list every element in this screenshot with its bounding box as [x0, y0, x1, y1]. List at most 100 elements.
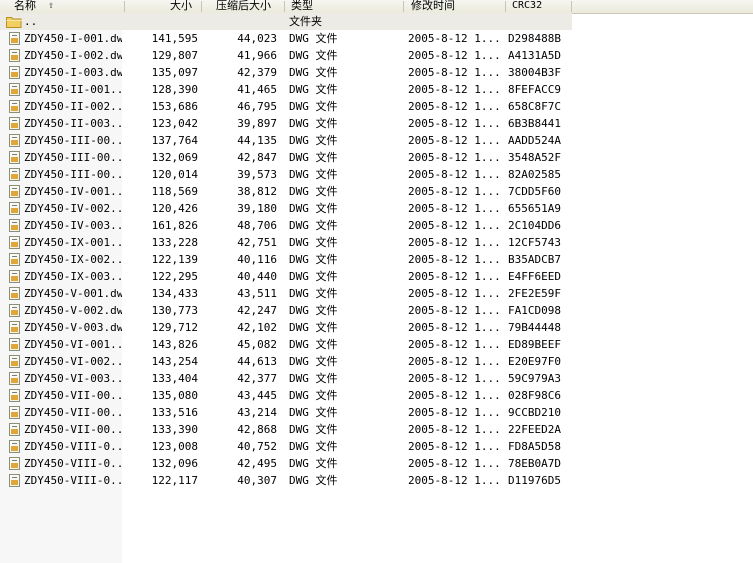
column-header-compressed[interactable]: 压缩后大小	[216, 0, 282, 13]
column-divider[interactable]	[284, 1, 285, 12]
file-modified-time: 2005-8-12 1...	[408, 66, 501, 79]
file-type: DWG 文件	[289, 32, 338, 45]
column-divider[interactable]	[124, 1, 125, 12]
file-modified-time: 2005-8-12 1...	[408, 423, 501, 436]
file-name: ZDY450-V-003.dwg	[24, 321, 122, 334]
file-modified-time: 2005-8-12 1...	[408, 117, 501, 130]
parent-folder-row[interactable]: .. 文件夹	[0, 13, 572, 30]
file-compressed-size: 42,847	[237, 151, 277, 164]
column-header-crc[interactable]: CRC32	[512, 0, 562, 13]
file-name: ZDY450-VIII-0...	[24, 474, 122, 487]
file-compressed-size: 42,495	[237, 457, 277, 470]
file-row[interactable]: ZDY450-V-003.dwg 129,712 42,102 DWG 文件 2005-…	[0, 319, 572, 336]
file-modified-time: 2005-8-12 1...	[408, 49, 501, 62]
dwg-file-icon	[9, 168, 20, 181]
file-row[interactable]: ZDY450-IV-002... 120,426 39,180 DWG 文件 2005-…	[0, 200, 572, 217]
file-crc32: B35ADCB7	[508, 253, 561, 266]
file-row[interactable]: ZDY450-III-00... 132,069 42,847 DWG 文件 2005-…	[0, 149, 572, 166]
file-type: DWG 文件	[289, 219, 338, 232]
file-row[interactable]: ZDY450-III-00... 120,014 39,573 DWG 文件 2005-…	[0, 166, 572, 183]
file-row[interactable]: ZDY450-II-002... 153,686 46,795 DWG 文件 2005-…	[0, 98, 572, 115]
file-type: DWG 文件	[289, 423, 338, 436]
column-header-bar: 名称 ⇧ 大小 压缩后大小 类型 修改时间 CRC32	[0, 0, 753, 14]
file-modified-time: 2005-8-12 1...	[408, 355, 501, 368]
dwg-file-icon	[9, 185, 20, 198]
file-crc32: 9CCBD210	[508, 406, 561, 419]
file-size: 133,228	[151, 236, 198, 249]
file-type: DWG 文件	[289, 117, 338, 130]
dwg-file-icon	[9, 100, 20, 113]
file-name: ZDY450-III-00...	[24, 134, 122, 147]
column-header-size[interactable]: 大小	[170, 0, 200, 13]
file-name: ZDY450-VIII-0...	[24, 457, 122, 470]
file-type: DWG 文件	[289, 372, 338, 385]
column-header-type[interactable]: 类型	[291, 0, 331, 13]
file-modified-time: 2005-8-12 1...	[408, 321, 501, 334]
column-divider[interactable]	[505, 1, 506, 12]
file-row[interactable]: ZDY450-I-002.dwg 129,807 41,966 DWG 文件 2005-…	[0, 47, 572, 64]
file-row[interactable]: ZDY450-VI-002... 143,254 44,613 DWG 文件 2005-…	[0, 353, 572, 370]
dwg-file-icon	[9, 236, 20, 249]
file-row[interactable]: ZDY450-V-001.dwg 134,433 43,511 DWG 文件 2005-…	[0, 285, 572, 302]
file-size: 122,295	[151, 270, 198, 283]
file-row[interactable]: ZDY450-IX-003... 122,295 40,440 DWG 文件 2005-…	[0, 268, 572, 285]
file-modified-time: 2005-8-12 1...	[408, 440, 501, 453]
file-row[interactable]: ZDY450-VII-00... 135,080 43,445 DWG 文件 2005-…	[0, 387, 572, 404]
file-row[interactable]: ZDY450-VIII-0... 132,096 42,495 DWG 文件 2005-…	[0, 455, 572, 472]
dwg-file-icon	[9, 202, 20, 215]
dwg-file-icon	[9, 389, 20, 402]
file-name: ZDY450-II-003...	[24, 117, 122, 130]
file-row[interactable]: ZDY450-IX-001... 133,228 42,751 DWG 文件 2005-…	[0, 234, 572, 251]
column-header-modified[interactable]: 修改时间	[411, 0, 471, 13]
file-type: DWG 文件	[289, 406, 338, 419]
file-modified-time: 2005-8-12 1...	[408, 253, 501, 266]
dwg-file-icon	[9, 253, 20, 266]
file-row[interactable]: ZDY450-IV-003... 161,826 48,706 DWG 文件 2005-…	[0, 217, 572, 234]
file-name: ZDY450-VI-002...	[24, 355, 122, 368]
column-divider[interactable]	[571, 1, 572, 12]
column-divider[interactable]	[403, 1, 404, 12]
file-row[interactable]: ZDY450-VI-003... 133,404 42,377 DWG 文件 2005-…	[0, 370, 572, 387]
file-row[interactable]: ZDY450-VII-00... 133,390 42,868 DWG 文件 2005-…	[0, 421, 572, 438]
dwg-file-icon	[9, 423, 20, 436]
file-type: DWG 文件	[289, 168, 338, 181]
file-row[interactable]: ZDY450-IX-002... 122,139 40,116 DWG 文件 2005-…	[0, 251, 572, 268]
file-modified-time: 2005-8-12 1...	[408, 304, 501, 317]
file-row[interactable]: ZDY450-VIII-0... 122,117 40,307 DWG 文件 2005-…	[0, 472, 572, 489]
file-crc32: 6B3B8441	[508, 117, 561, 130]
file-crc32: 2C104DD6	[508, 219, 561, 232]
file-row[interactable]: ZDY450-III-00... 137,764 44,135 DWG 文件 2005-…	[0, 132, 572, 149]
column-divider[interactable]	[201, 1, 202, 12]
file-size: 122,117	[151, 474, 198, 487]
file-row[interactable]: ZDY450-VI-001... 143,826 45,082 DWG 文件 2005-…	[0, 336, 572, 353]
file-row[interactable]: ZDY450-I-001.dwg 141,595 44,023 DWG 文件 2005-…	[0, 30, 572, 47]
file-row[interactable]: ZDY450-II-003... 123,042 39,897 DWG 文件 2005-…	[0, 115, 572, 132]
file-type: DWG 文件	[289, 355, 338, 368]
file-modified-time: 2005-8-12 1...	[408, 168, 501, 181]
file-row[interactable]: ZDY450-V-002.dwg 130,773 42,247 DWG 文件 2005-…	[0, 302, 572, 319]
file-name: ZDY450-V-002.dwg	[24, 304, 122, 317]
file-compressed-size: 39,180	[237, 202, 277, 215]
file-size: 123,042	[151, 117, 198, 130]
file-row[interactable]: ZDY450-IV-001... 118,569 38,812 DWG 文件 2005-…	[0, 183, 572, 200]
file-modified-time: 2005-8-12 1...	[408, 389, 501, 402]
file-name: ZDY450-VII-00...	[24, 389, 122, 402]
file-compressed-size: 42,102	[237, 321, 277, 334]
dwg-file-icon	[9, 406, 20, 419]
file-modified-time: 2005-8-12 1...	[408, 185, 501, 198]
file-size: 137,764	[151, 134, 198, 147]
file-modified-time: 2005-8-12 1...	[408, 457, 501, 470]
file-row[interactable]: ZDY450-VII-00... 133,516 43,214 DWG 文件 2005-…	[0, 404, 572, 421]
file-type: DWG 文件	[289, 287, 338, 300]
file-row[interactable]: ZDY450-VIII-0... 123,008 40,752 DWG 文件 2005-…	[0, 438, 572, 455]
file-crc32: 82A02585	[508, 168, 561, 181]
file-type: DWG 文件	[289, 202, 338, 215]
file-row[interactable]: ZDY450-II-001... 128,390 41,465 DWG 文件 2005-…	[0, 81, 572, 98]
file-type: DWG 文件	[289, 83, 338, 96]
file-row[interactable]: ZDY450-I-003.dwg 135,097 42,379 DWG 文件 2005-…	[0, 64, 572, 81]
file-size: 135,080	[151, 389, 198, 402]
file-compressed-size: 40,116	[237, 253, 277, 266]
file-modified-time: 2005-8-12 1...	[408, 32, 501, 45]
file-type: DWG 文件	[289, 49, 338, 62]
dwg-file-icon	[9, 134, 20, 147]
